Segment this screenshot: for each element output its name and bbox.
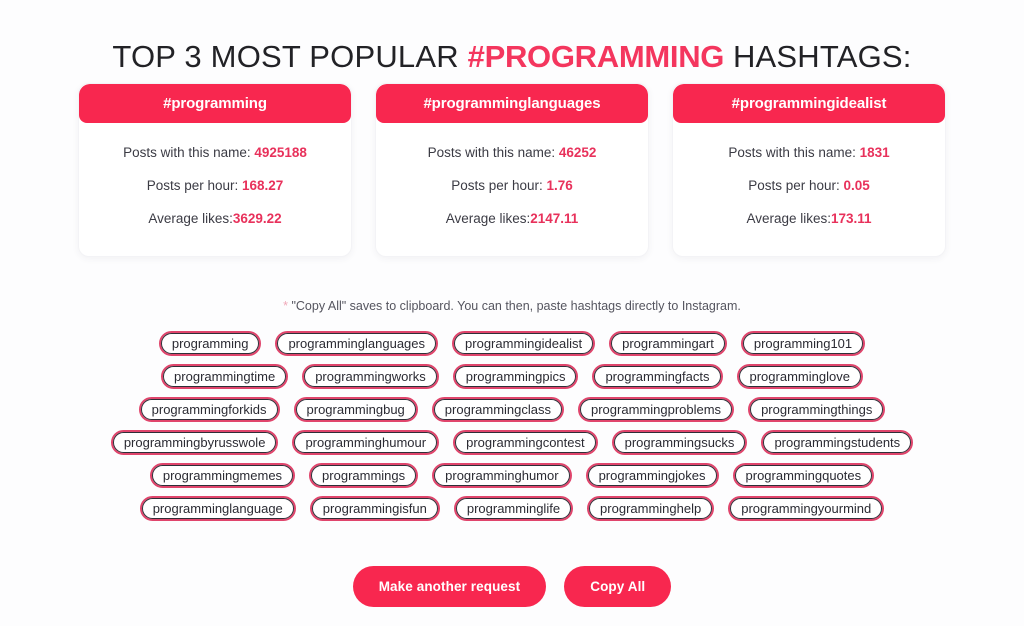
hashtag-row: programmingforkids programmingbug programm…	[62, 397, 962, 422]
stat-posts-per-hour: Posts per hour: 168.27	[89, 178, 341, 193]
hashtag-stat-card: #programming Posts with this name: 49251…	[78, 83, 352, 257]
hashtag-cloud: programming programminglanguages programmi…	[62, 331, 962, 529]
stat-average-likes: Average likes:173.11	[683, 211, 935, 226]
hashtag-chip[interactable]: programming	[158, 331, 262, 356]
stat-average-likes: Average likes:2147.11	[386, 211, 638, 226]
card-body: Posts with this name: 1831 Posts per hou…	[673, 123, 945, 256]
hashtag-chip[interactable]: programminglanguage	[139, 496, 296, 521]
hashtag-row: programmingtime programmingworks programmi…	[62, 364, 962, 389]
stat-value: 1831	[859, 145, 890, 160]
stat-label: Average likes:	[445, 211, 531, 226]
stat-value: 0.05	[843, 178, 870, 193]
stat-label: Posts per hour:	[748, 178, 844, 193]
stat-label: Posts with this name:	[728, 145, 860, 160]
hashtag-chip[interactable]: programmingidealist	[452, 331, 596, 356]
page-title-prefix: TOP 3 MOST POPULAR	[112, 38, 468, 74]
stat-label: Posts with this name:	[427, 145, 559, 160]
hashtag-chip[interactable]: programmings	[309, 463, 419, 488]
hashtag-chip[interactable]: programmingart	[609, 331, 727, 356]
hashtag-chip[interactable]: programmingbug	[293, 397, 418, 422]
hashtag-chip[interactable]: programmingproblems	[578, 397, 735, 422]
hashtag-chip[interactable]: programmingtime	[161, 364, 289, 389]
page-root: TOP 3 MOST POPULAR #PROGRAMMING HASHTAGS…	[0, 0, 1024, 626]
hashtag-chip[interactable]: programmingfacts	[592, 364, 723, 389]
hashtag-chip[interactable]: programminghumor	[432, 463, 572, 488]
stat-value: 2147.11	[530, 211, 579, 226]
stat-value: 3629.22	[232, 211, 282, 226]
hashtag-chip[interactable]: programminglife	[453, 496, 574, 521]
card-header-hashtag-name: #programmingidealist	[673, 84, 945, 123]
stat-label: Average likes:	[746, 211, 831, 226]
hashtag-chip[interactable]: programmingbyrusswole	[110, 430, 279, 455]
hashtag-row: programmingbyrusswole programminghumour pr…	[62, 430, 962, 455]
stat-posts-with-this-name: Posts with this name: 1831	[683, 145, 935, 160]
hashtag-stat-card: #programminglanguages Posts with this na…	[375, 83, 649, 257]
stat-label: Average likes:	[148, 211, 233, 226]
stat-average-likes: Average likes:3629.22	[89, 211, 341, 226]
stat-label: Posts per hour:	[146, 178, 242, 193]
hashtag-chip[interactable]: programmingworks	[302, 364, 439, 389]
hashtag-chip[interactable]: programmingisfun	[309, 496, 440, 521]
stat-label: Posts per hour:	[451, 178, 547, 193]
hashtag-chip[interactable]: programminglanguages	[275, 331, 439, 356]
page-title-suffix: HASHTAGS:	[724, 38, 912, 74]
hashtag-chip[interactable]: programmingcontest	[453, 430, 598, 455]
hashtag-row: programmingmemes programmings programmingh…	[62, 463, 962, 488]
hashtag-chip[interactable]: programmingclass	[431, 397, 564, 422]
stat-value: 173.11	[831, 211, 872, 226]
hashtag-chip[interactable]: programmingyourmind	[728, 496, 885, 521]
note-text: "Copy All" saves to clipboard. You can t…	[291, 299, 741, 313]
stat-posts-with-this-name: Posts with this name: 4925188	[89, 145, 341, 160]
hashtag-stat-card: #programmingidealist Posts with this nam…	[672, 83, 946, 257]
hashtag-chip[interactable]: programminghelp	[587, 496, 715, 521]
card-header-hashtag-name: #programminglanguages	[376, 84, 648, 123]
hashtag-chip[interactable]: programmingforkids	[138, 397, 280, 422]
hashtag-chip[interactable]: programmingpics	[452, 364, 579, 389]
hashtag-stat-cards: #programming Posts with this name: 49251…	[78, 83, 946, 257]
hashtag-chip[interactable]: programmingmemes	[149, 463, 296, 488]
page-title-highlight: #PROGRAMMING	[467, 38, 725, 74]
stat-posts-per-hour: Posts per hour: 1.76	[386, 178, 638, 193]
stat-value: 168.27	[242, 178, 284, 193]
hashtag-chip[interactable]: programmingsucks	[611, 430, 748, 455]
card-header-hashtag-name: #programming	[79, 84, 351, 123]
hashtag-chip[interactable]: programminglove	[736, 364, 863, 389]
hashtag-row: programminglanguage programmingisfun progr…	[62, 496, 962, 521]
hashtag-chip[interactable]: programminghumour	[292, 430, 440, 455]
hashtag-chip[interactable]: programmingjokes	[585, 463, 719, 488]
copy-all-button[interactable]: Copy All	[564, 566, 672, 607]
copy-all-note: * "Copy All" saves to clipboard. You can…	[0, 299, 1024, 313]
stat-value: 46252	[558, 145, 597, 160]
stat-posts-per-hour: Posts per hour: 0.05	[683, 178, 935, 193]
stat-label: Posts with this name:	[123, 145, 255, 160]
stat-value: 4925188	[254, 145, 307, 160]
hashtag-row: programming programminglanguages programmi…	[62, 331, 962, 356]
page-title: TOP 3 MOST POPULAR #PROGRAMMING HASHTAGS…	[0, 39, 1024, 75]
hashtag-chip[interactable]: programmingthings	[748, 397, 886, 422]
make-another-request-button[interactable]: Make another request	[352, 566, 547, 607]
stat-posts-with-this-name: Posts with this name: 46252	[386, 145, 638, 160]
hashtag-chip[interactable]: programmingstudents	[761, 430, 914, 455]
hashtag-chip[interactable]: programmingquotes	[732, 463, 875, 488]
action-buttons: Make another request Copy All	[0, 566, 1024, 607]
stat-value: 1.76	[546, 178, 573, 193]
card-body: Posts with this name: 46252 Posts per ho…	[376, 123, 648, 256]
hashtag-chip[interactable]: programming101	[740, 331, 866, 356]
card-body: Posts with this name: 4925188 Posts per …	[79, 123, 351, 256]
